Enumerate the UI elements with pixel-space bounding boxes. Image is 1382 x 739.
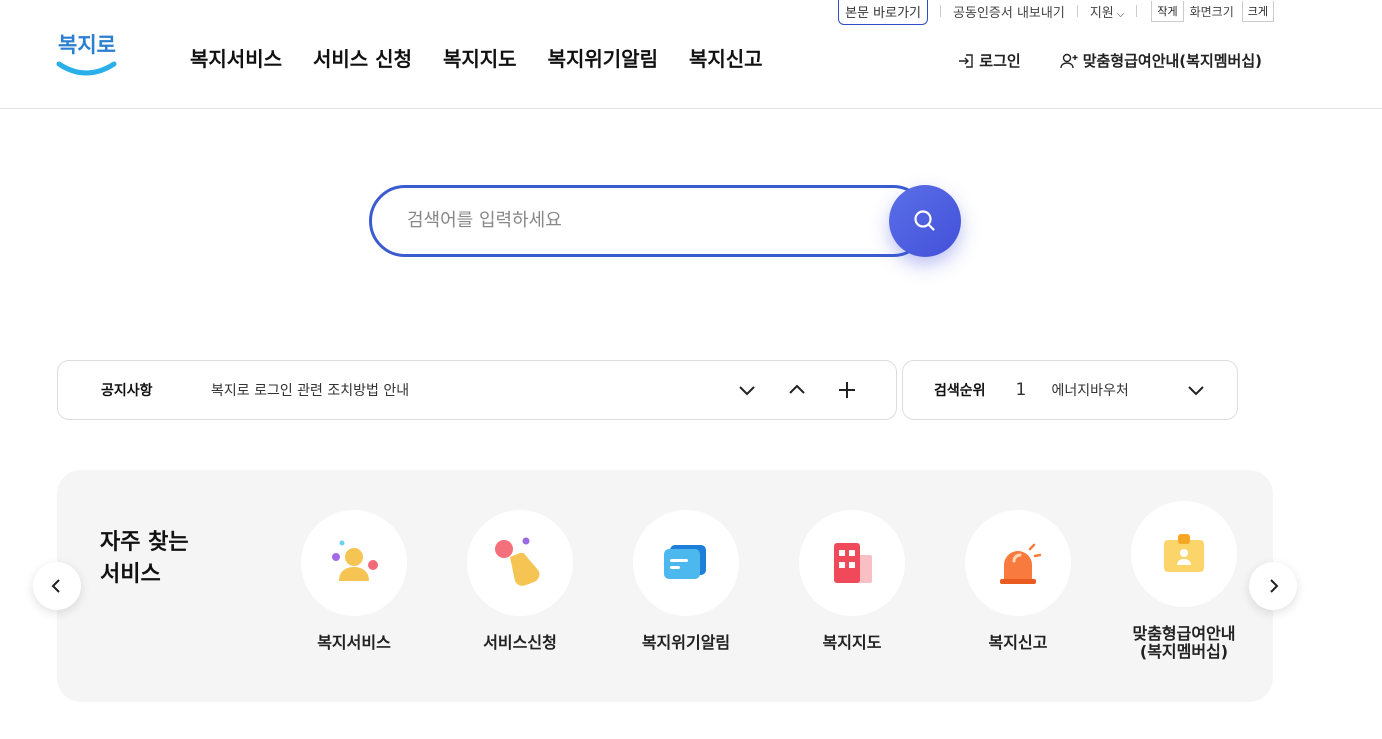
favorites-list: 복지서비스 서비스신청 복지위기알림 복지지도 복지신고 맞춤형급여안내 (복지… xyxy=(301,501,1237,661)
support-label: 지원 xyxy=(1089,5,1114,21)
nav-crisis-alert[interactable]: 복지위기알림 xyxy=(548,43,658,72)
main-nav: 복지서비스 서비스 신청 복지지도 복지위기알림 복지신고 xyxy=(190,43,763,72)
favorite-item-welfare-report[interactable]: 복지신고 xyxy=(965,510,1071,661)
header-divider xyxy=(0,108,1382,109)
person-icon xyxy=(332,540,378,581)
font-size-large-button[interactable]: 크게 xyxy=(1241,0,1274,22)
nav-welfare-report[interactable]: 복지신고 xyxy=(689,43,763,72)
notice-label: 공지사항 xyxy=(101,383,153,399)
favorite-label: 서비스신청 xyxy=(483,633,557,652)
skip-to-content-link[interactable]: 본문 바로가기 xyxy=(838,0,929,25)
favorite-icon-circle xyxy=(965,510,1071,616)
favorite-item-welfare-map[interactable]: 복지지도 xyxy=(799,510,905,661)
favorite-label-text: 맞춤형급여안내 (복지멤버십) xyxy=(1132,624,1236,661)
notice-controls xyxy=(736,379,858,401)
favorite-item-membership[interactable]: 맞춤형급여안내 (복지멤버십) xyxy=(1131,501,1237,661)
nav-welfare-map[interactable]: 복지지도 xyxy=(443,43,517,72)
login-link[interactable]: 로그인 xyxy=(957,50,1021,71)
membership-label: 맞춤형급여안내(복지멤버십) xyxy=(1082,52,1262,70)
nav-service-apply[interactable]: 서비스 신청 xyxy=(313,43,412,72)
search-bar xyxy=(369,185,961,257)
favorite-label: 복지신고 xyxy=(988,633,1048,652)
plus-icon[interactable] xyxy=(836,379,858,401)
rank-number: 1 xyxy=(1015,380,1027,400)
favorite-icon-circle xyxy=(301,510,407,616)
user-add-icon xyxy=(1059,53,1078,68)
membership-link[interactable]: 맞춤형급여안내(복지멤버십) xyxy=(1059,50,1262,71)
search-input[interactable] xyxy=(407,207,877,233)
id-card-icon xyxy=(1164,534,1204,572)
divider xyxy=(1076,5,1078,17)
favorites-title-line1: 자주 찾는 xyxy=(100,530,189,555)
hand-tap-icon xyxy=(495,537,540,586)
divider xyxy=(940,5,942,17)
login-icon xyxy=(959,53,973,68)
search-icon xyxy=(914,210,935,231)
favorite-services: 자주 찾는 서비스 복지서비스 서비스신청 복지위기알림 복지지도 복지신고 맞… xyxy=(57,470,1273,702)
cert-export-link[interactable]: 공동인증서 내보내기 xyxy=(953,2,1065,21)
building-icon xyxy=(834,543,872,583)
carousel-prev-button[interactable] xyxy=(33,562,81,610)
logo-text: 복지로 xyxy=(58,33,116,57)
support-menu[interactable]: 지원 ⌵ xyxy=(1090,2,1125,21)
favorite-icon-circle xyxy=(467,510,573,616)
favorite-icon-circle xyxy=(1131,501,1237,607)
chevron-right-icon xyxy=(1270,579,1279,593)
header-actions: 로그인 맞춤형급여안내(복지멤버십) xyxy=(957,50,1262,71)
chevron-up-icon[interactable] xyxy=(786,379,808,401)
favorite-icon-circle xyxy=(633,510,739,616)
rank-label: 검색순위 xyxy=(934,383,986,399)
favorite-label: 복지위기알림 xyxy=(641,633,731,652)
search-button[interactable] xyxy=(889,185,961,257)
divider xyxy=(1136,5,1138,17)
search-rank-bar: 검색순위 1 에너지바우처 xyxy=(902,360,1238,420)
notice-bar: 공지사항 복지로 로그인 관련 조치방법 안내 xyxy=(57,360,897,420)
font-size-label: 화면크기 xyxy=(1189,4,1234,19)
favorite-item-crisis-alert[interactable]: 복지위기알림 xyxy=(633,510,739,661)
utility-bar: 본문 바로가기 공동인증서 내보내기 지원 ⌵ 작게 화면크기 크게 xyxy=(838,0,1274,25)
logo-mark-icon: 복지로 xyxy=(56,33,117,76)
site-logo[interactable]: 복지로 xyxy=(56,30,118,82)
favorite-label: 맞춤형급여안내 (복지멤버십) xyxy=(1132,625,1235,661)
favorites-title-line2: 서비스 xyxy=(100,562,161,587)
favorite-item-welfare-services[interactable]: 복지서비스 xyxy=(301,510,407,661)
chevron-down-icon: ⌵ xyxy=(1116,8,1125,20)
siren-icon xyxy=(1000,543,1042,584)
favorite-icon-circle xyxy=(799,510,905,616)
login-label: 로그인 xyxy=(979,52,1021,70)
chevron-down-icon[interactable] xyxy=(1185,379,1207,401)
chevron-down-icon[interactable] xyxy=(736,379,758,401)
favorites-title: 자주 찾는 서비스 xyxy=(100,527,189,591)
notice-text[interactable]: 복지로 로그인 관련 조치방법 안내 xyxy=(211,380,736,400)
chevron-left-icon xyxy=(51,579,60,593)
font-size-small-button[interactable]: 작게 xyxy=(1151,0,1184,22)
nav-welfare-services[interactable]: 복지서비스 xyxy=(190,43,282,72)
carousel-next-button[interactable] xyxy=(1249,562,1297,610)
favorite-item-service-apply[interactable]: 서비스신청 xyxy=(467,510,573,661)
favorite-label: 복지서비스 xyxy=(317,633,391,652)
message-icon xyxy=(664,545,706,579)
favorite-label: 복지지도 xyxy=(822,633,882,652)
rank-term[interactable]: 에너지바우처 xyxy=(1052,380,1132,400)
